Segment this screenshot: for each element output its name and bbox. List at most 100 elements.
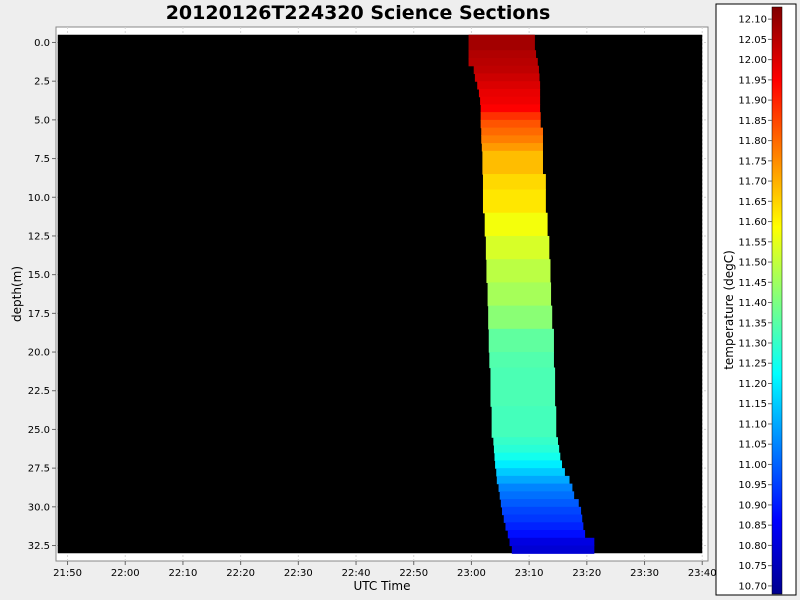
heatmap-cell: [482, 174, 546, 191]
x-tick-label: 23:00: [457, 568, 486, 579]
temperature-section-chart: 20120126T224320 Science Sections 0.0 2.5 5…: [10, 2, 797, 596]
y-tick-label: 7.5: [34, 154, 50, 165]
chart-title: 20120126T224320 Science Sections: [166, 2, 551, 24]
colorbar-tick-label: 11.15: [738, 399, 767, 410]
colorbar-tick-label: 11.70: [738, 177, 767, 188]
y-tick-label: 10.0: [28, 193, 50, 204]
y-tick-label: 2.5: [34, 77, 50, 88]
x-tick-label: 23:10: [515, 568, 544, 579]
x-tick-label: 22:50: [399, 568, 428, 579]
colorbar-tick-label: 12.05: [738, 35, 767, 46]
heatmap-cell: [484, 212, 548, 237]
y-tick-label: 32.5: [28, 541, 50, 552]
colorbar-tick-label: 12.10: [738, 15, 767, 26]
heatmap-cell: [495, 460, 563, 469]
heatmap-cell: [474, 73, 540, 82]
heatmap-cell: [505, 522, 584, 531]
x-tick-label: 22:30: [284, 568, 313, 579]
y-axis-ticks: 0.0 2.5 5.0 7.5 10.0 12.5 15.0 17.5 20.0 22.5 25.0…: [28, 38, 56, 552]
colorbar-tick-label: 11.10: [738, 419, 767, 430]
heatmap-cell: [481, 143, 543, 152]
heatmap-cell: [511, 545, 595, 554]
heatmap-cell: [509, 537, 595, 547]
y-axis-label: depth(m): [10, 266, 24, 322]
colorbar-tick-label: 11.40: [738, 298, 767, 309]
colorbar-tick-label: 11.90: [738, 96, 767, 107]
y-tick-label: 20.0: [28, 348, 50, 359]
heatmap-cell: [480, 104, 541, 113]
colorbar-tick-label: 10.85: [738, 521, 767, 532]
y-tick-label: 17.5: [28, 309, 50, 320]
colorbar-tick-label: 11.85: [738, 116, 767, 127]
y-tick-label: 27.5: [28, 464, 50, 475]
y-tick-label: 0.0: [34, 38, 50, 49]
x-tick-label: 22:00: [111, 568, 140, 579]
heatmap-cell: [494, 452, 561, 461]
heatmap-cell: [496, 468, 565, 477]
colorbar-tick-label: 10.90: [738, 500, 767, 511]
x-tick-label: 23:40: [688, 568, 717, 579]
x-axis-label: UTC Time: [354, 579, 411, 593]
x-tick-label: 21:50: [53, 568, 82, 579]
colorbar-tick-label: 11.65: [738, 197, 767, 208]
data-area-background: [57, 34, 703, 554]
heatmap-cell: [503, 514, 583, 523]
colorbar-tick-label: 11.75: [738, 156, 767, 167]
x-tick-label: 22:40: [342, 568, 371, 579]
colorbar-tick-label: 11.05: [738, 440, 767, 451]
heatmap-cell: [481, 135, 543, 144]
x-axis-ticks: 21:50 22:00 22:10 22:20 22:30 22:40 22:50 23:00…: [53, 561, 717, 579]
heatmap-cell: [477, 81, 541, 90]
colorbar-tick-label: 11.55: [738, 237, 767, 248]
heatmap-cell: [507, 530, 586, 539]
heatmap-cell: [500, 499, 579, 508]
colorbar-tick-label: 10.95: [738, 480, 767, 491]
colorbar-ticks: 12.10 12.05 12.00 11.95 11.90 11.85 11.80 11.75…: [738, 15, 772, 592]
colorbar-tick-label: 11.45: [738, 278, 767, 289]
colorbar-tick-label: 11.25: [738, 359, 767, 370]
heatmap-cell: [468, 50, 537, 59]
colorbar-label: temperature (degC): [722, 250, 736, 370]
heatmap-cell: [478, 88, 541, 98]
colorbar-tick-label: 11.80: [738, 136, 767, 147]
y-tick-label: 30.0: [28, 502, 50, 513]
heatmap-cell: [481, 127, 543, 136]
heatmap-cell: [486, 259, 551, 283]
y-tick-label: 12.5: [28, 231, 50, 242]
colorbar-tick-label: 11.20: [738, 379, 767, 390]
heatmap-cell: [493, 444, 560, 454]
x-tick-label: 23:20: [572, 568, 601, 579]
x-tick-label: 22:10: [169, 568, 198, 579]
heatmap-cell: [491, 406, 557, 438]
colorbar-tick-label: 10.70: [738, 581, 767, 592]
colorbar-tick-label: 11.60: [738, 217, 767, 228]
heatmap-cell: [488, 305, 553, 330]
heatmap-cell: [473, 65, 539, 75]
y-tick-label: 5.0: [34, 115, 50, 126]
heatmap-cell: [498, 483, 573, 492]
heatmap-cell: [493, 437, 558, 446]
colorbar-tick-label: 10.80: [738, 541, 767, 552]
heatmap-cell: [488, 328, 554, 353]
heatmap-cell: [502, 506, 582, 516]
y-tick-label: 25.0: [28, 425, 50, 436]
heatmap-cell: [489, 352, 554, 369]
x-tick-label: 22:20: [226, 568, 255, 579]
heatmap-cell: [487, 282, 552, 307]
heatmap-cell: [480, 119, 541, 129]
heatmap-cell: [496, 475, 570, 485]
y-tick-label: 15.0: [28, 270, 50, 281]
colorbar-tick-label: 11.00: [738, 460, 767, 471]
heatmap-cell: [468, 57, 538, 67]
colorbar-tick-label: 11.50: [738, 258, 767, 269]
colorbar-tick-label: 11.30: [738, 339, 767, 350]
x-tick-label: 23:30: [630, 568, 659, 579]
heatmap-cell: [482, 189, 546, 214]
heatmap-cell: [480, 112, 541, 121]
heatmap-cell: [490, 367, 556, 407]
heatmap-cell: [482, 150, 543, 175]
colorbar-tick-label: 10.75: [738, 561, 767, 572]
colorbar-gradient: [771, 6, 783, 595]
heatmap-cell: [480, 96, 541, 105]
colorbar-tick-label: 12.00: [738, 55, 767, 66]
